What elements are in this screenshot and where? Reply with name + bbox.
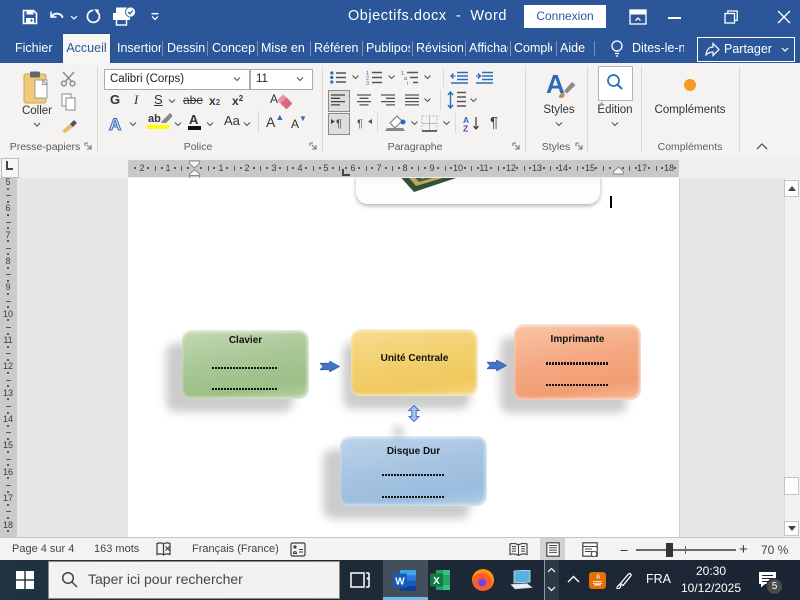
- svg-text:A: A: [270, 92, 278, 106]
- svg-text:A: A: [109, 115, 121, 133]
- svg-text:X: X: [433, 576, 440, 587]
- svg-text:i: i: [407, 81, 408, 85]
- svg-text:3: 3: [366, 81, 369, 85]
- svg-text:¶: ¶: [336, 118, 342, 129]
- svg-text:W: W: [395, 577, 405, 588]
- svg-text:Z: Z: [463, 124, 468, 133]
- svg-text:¶: ¶: [357, 118, 363, 129]
